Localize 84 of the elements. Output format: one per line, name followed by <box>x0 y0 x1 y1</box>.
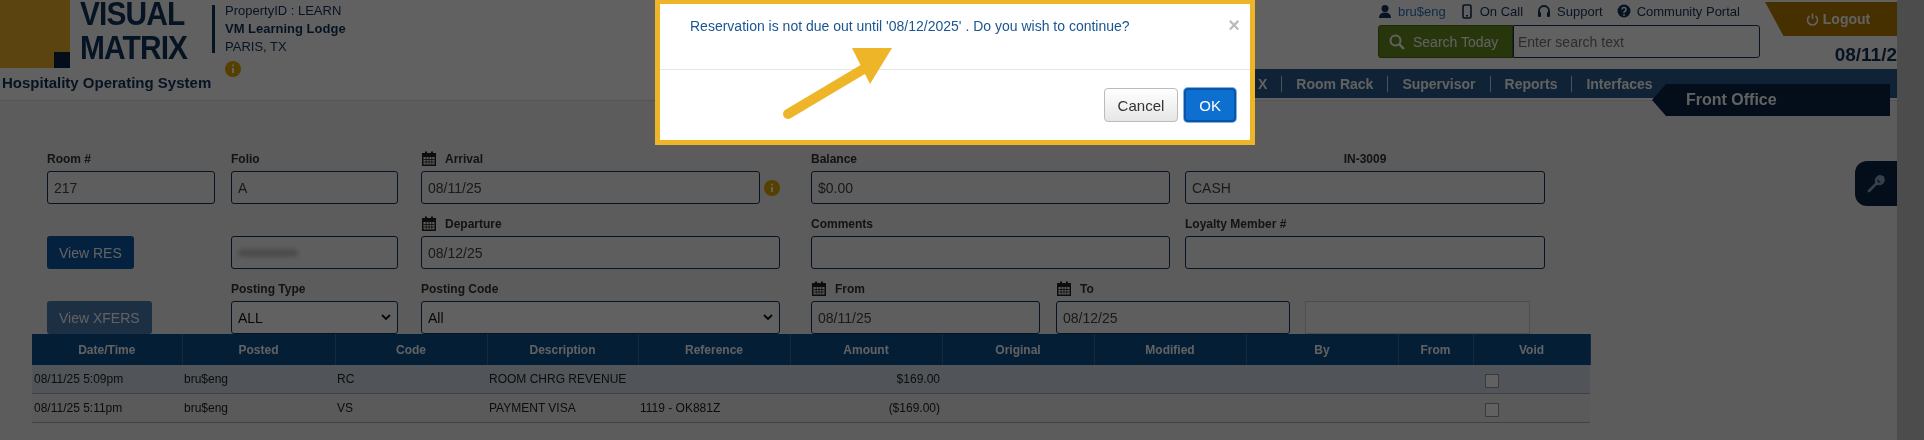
input-field[interactable]: 08/11/25 <box>811 301 1040 334</box>
column-header[interactable]: Amount <box>790 334 942 365</box>
table-cell: PAYMENT VISA <box>487 393 638 423</box>
column-header[interactable]: From <box>1398 334 1473 365</box>
table-cell: 08/11/25 5:09pm <box>32 365 182 394</box>
column-header[interactable]: Posted <box>182 334 335 365</box>
column-header[interactable]: Date/Time <box>32 334 182 365</box>
input-field[interactable] <box>811 236 1170 269</box>
input-field[interactable]: 08/12/25 <box>421 236 780 269</box>
field-label: Arrival <box>445 151 484 166</box>
table-cell: 08/11/25 5:11pm <box>32 393 182 423</box>
input-field[interactable]: 08/12/25 <box>1056 301 1290 334</box>
input-field[interactable]: 217 <box>47 171 215 204</box>
field-label: To <box>1080 281 1094 296</box>
header-link[interactable]: Community Portal <box>1636 4 1740 19</box>
table-cell: ($169.00) <box>790 393 942 423</box>
column-header[interactable]: Description <box>487 334 638 365</box>
logo: VISUAL MATRIX <box>0 0 200 68</box>
field-label: Room # <box>47 151 91 166</box>
info-icon[interactable] <box>225 61 241 77</box>
table-cell: ROOM CHRG REVENUE <box>487 365 638 394</box>
header-link[interactable]: On Call <box>1479 4 1524 19</box>
help-icon <box>1616 4 1631 19</box>
column-header[interactable]: Original <box>942 334 1094 365</box>
field-label: Departure <box>445 216 502 231</box>
table-cell: $169.00 <box>790 365 942 394</box>
input-field[interactable] <box>231 236 398 269</box>
table-cell: RC <box>335 365 487 394</box>
input-field[interactable] <box>1185 236 1545 269</box>
nav-item[interactable]: X <box>1258 75 1268 92</box>
column-header[interactable]: By <box>1246 334 1398 365</box>
search-button[interactable]: Search Today <box>1378 25 1513 58</box>
property-location: PARIS, TX <box>225 39 288 54</box>
cancel-button[interactable]: Cancel <box>1103 88 1179 122</box>
nav-item[interactable]: Supervisor <box>1402 75 1476 92</box>
chevron-icon <box>381 314 391 321</box>
void-checkbox[interactable] <box>1485 373 1499 388</box>
view-button[interactable]: View RES <box>47 236 134 269</box>
input-field[interactable]: CASH <box>1185 171 1545 204</box>
power-icon <box>1805 12 1819 26</box>
input-field[interactable]: $0.00 <box>811 171 1170 204</box>
table-cell: bru$eng <box>182 365 335 394</box>
dropdown[interactable]: All <box>421 301 780 334</box>
column-header[interactable]: Reference <box>638 334 790 365</box>
logout-button[interactable]: Logout <box>1765 2 1897 36</box>
field-label: Loyalty Member # <box>1185 216 1287 231</box>
input-field[interactable]: A <box>231 171 398 204</box>
property-id: PropertyID : LEARN <box>225 3 343 18</box>
ok-button[interactable]: OK <box>1184 88 1236 122</box>
field-label: Comments <box>811 216 873 231</box>
column-header[interactable]: Code <box>335 334 487 365</box>
field-label: IN-3009 <box>1343 151 1387 166</box>
column-header[interactable]: Void <box>1473 334 1590 365</box>
field-label: Posting Type <box>231 281 306 296</box>
field-label: Posting Code <box>421 281 499 296</box>
nav-item[interactable]: Reports <box>1504 75 1558 92</box>
module-tab[interactable]: Front Office <box>1652 84 1890 116</box>
user-link[interactable]: bru$eng <box>1398 4 1446 19</box>
table-cell: bru$eng <box>182 393 335 423</box>
field-label: Balance <box>811 151 858 166</box>
column-header[interactable]: Modified <box>1094 334 1246 365</box>
dialog-message: Reservation is not due out until '08/12/2025' . Do you wish to continue? <box>690 18 1131 34</box>
headset-icon <box>1537 4 1552 19</box>
phone-icon <box>1459 4 1474 19</box>
close-button[interactable]: × <box>1228 18 1240 32</box>
scrollbar[interactable] <box>1897 0 1924 440</box>
table-cell: VS <box>335 393 487 423</box>
tagline: Hospitality Operating System <box>2 74 212 91</box>
nav-item[interactable]: Room Rack <box>1296 75 1374 92</box>
field-label: Folio <box>231 151 260 166</box>
header-link[interactable]: Support <box>1557 4 1603 19</box>
settings-button[interactable] <box>1855 161 1897 206</box>
chevron-icon <box>763 314 773 321</box>
search-icon <box>1389 33 1405 50</box>
dropdown[interactable]: ALL <box>231 301 398 334</box>
nav-item[interactable]: Interfaces <box>1586 75 1653 92</box>
user-icon <box>1378 4 1392 19</box>
field-label: From <box>835 281 865 296</box>
property-name: VM Learning Lodge <box>225 21 346 36</box>
date-label: 08/11/2 <box>1834 44 1897 66</box>
info-icon[interactable] <box>764 179 780 196</box>
table-cell: 1119 - OK881Z <box>638 393 790 423</box>
void-checkbox[interactable] <box>1485 402 1499 417</box>
input-field[interactable]: 08/11/25 <box>421 171 760 204</box>
